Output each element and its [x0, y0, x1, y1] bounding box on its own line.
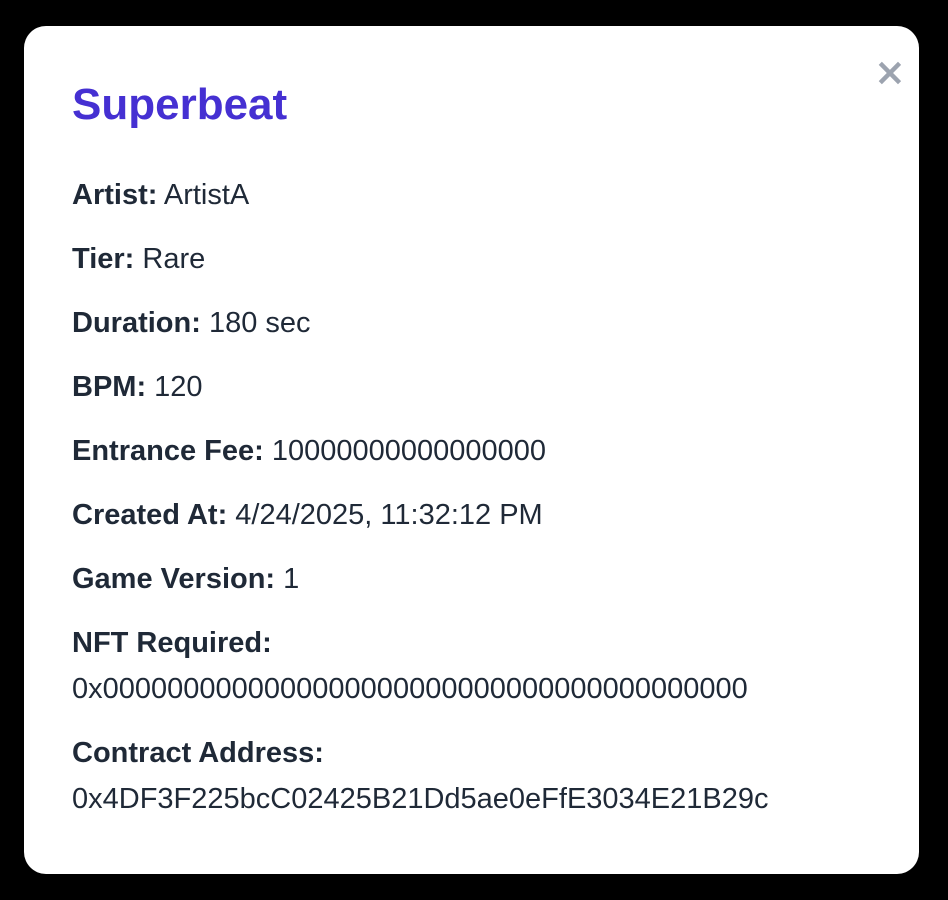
detail-value: 10000000000000000 [271, 435, 547, 467]
detail-game-version: Game Version: 1 [72, 556, 892, 602]
detail-contract-address: Contract Address: 0x4DF3F225bcC02425B21D… [72, 730, 892, 822]
close-button[interactable]: × [874, 53, 906, 91]
detail-label: Artist: [72, 179, 158, 211]
detail-bpm: BPM: 120 [72, 364, 892, 410]
detail-value: 4/24/2025, 11:32:12 PM [235, 499, 543, 531]
detail-artist: Artist: ArtistA [72, 172, 892, 218]
detail-label: Tier: [72, 243, 135, 275]
detail-label: Game Version: [72, 563, 276, 595]
modal-title: Superbeat [72, 80, 288, 129]
detail-value: 1 [283, 563, 300, 595]
detail-label: Contract Address: [72, 737, 324, 769]
detail-value: Rare [142, 243, 206, 275]
detail-created-at: Created At: 4/24/2025, 11:32:12 PM [72, 492, 892, 538]
detail-value: 120 [154, 371, 203, 403]
detail-label: Duration: [72, 307, 201, 339]
detail-label: NFT Required: [72, 627, 272, 659]
detail-duration: Duration: 180 sec [72, 300, 892, 346]
song-details-modal: × Superbeat Artist: ArtistA Tier: Rare D… [24, 26, 919, 874]
detail-entrance-fee: Entrance Fee: 10000000000000000 [72, 428, 892, 474]
detail-label: Created At: [72, 499, 228, 531]
detail-label: BPM: [72, 371, 147, 403]
detail-tier: Tier: Rare [72, 236, 892, 282]
detail-value: 0x00000000000000000000000000000000000000… [72, 673, 748, 705]
detail-value: ArtistA [163, 179, 250, 211]
detail-label: Entrance Fee: [72, 435, 264, 467]
details-list: Artist: ArtistA Tier: Rare Duration: 180… [72, 172, 892, 840]
detail-nft-required: NFT Required: 0x000000000000000000000000… [72, 620, 892, 712]
detail-value: 0x4DF3F225bcC02425B21Dd5ae0eFfE3034E21B2… [72, 783, 769, 815]
detail-value: 180 sec [208, 307, 311, 339]
